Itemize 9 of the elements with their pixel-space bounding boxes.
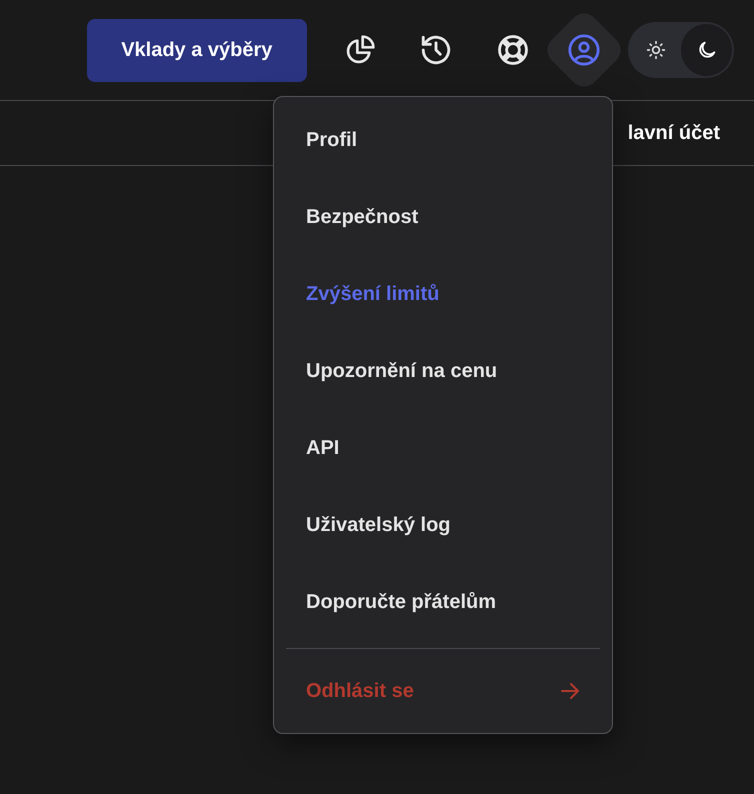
menu-item[interactable]: Uživatelský log (286, 487, 600, 564)
menu-item[interactable]: API (286, 410, 600, 487)
menu-item[interactable]: Doporučte přátelům (286, 564, 600, 641)
moon-icon[interactable] (681, 24, 732, 76)
menu-item[interactable]: Bezpečnost (286, 179, 600, 256)
menu-item[interactable]: Profil (286, 102, 600, 179)
account-label[interactable]: lavní účet (628, 122, 720, 144)
menu-item[interactable]: Upozornění na cenu (286, 333, 600, 410)
deposit-button[interactable]: Vklady a výběry (87, 18, 307, 82)
